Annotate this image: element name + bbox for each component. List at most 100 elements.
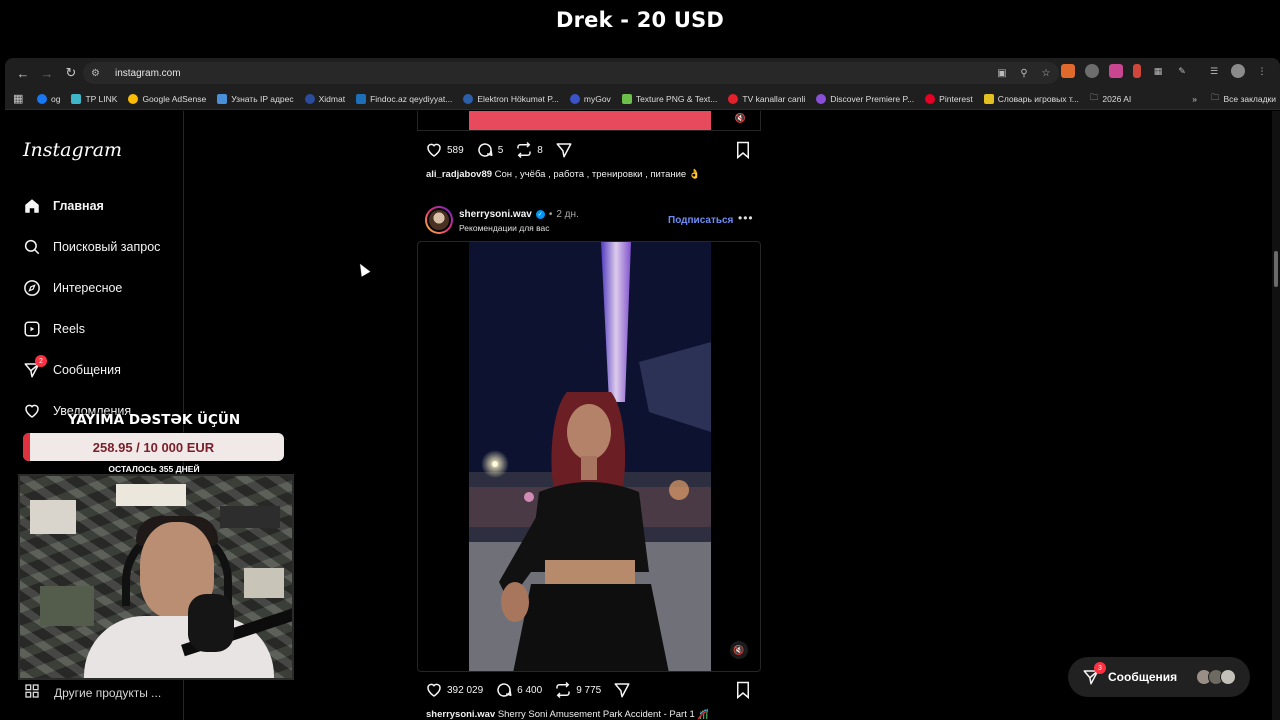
bookmark-icon bbox=[737, 681, 749, 700]
extension-icon[interactable] bbox=[1109, 64, 1123, 78]
post-subtitle: Рекомендации для вас bbox=[459, 223, 550, 233]
post-actions: 392 029 6 400 9 775 bbox=[425, 681, 643, 699]
mute-icon[interactable]: 🔇 bbox=[735, 113, 746, 124]
extensions-area: ▦ ✎ ☰ ⋮ bbox=[1061, 64, 1269, 78]
bookmark-item[interactable]: TV kanallar canli bbox=[728, 93, 805, 104]
comment-button[interactable]: 6 400 bbox=[495, 681, 542, 699]
repost-button[interactable]: 9 775 bbox=[554, 681, 601, 699]
sidebar-item-messages[interactable]: 2 Сообщения bbox=[23, 355, 121, 379]
install-app-icon[interactable]: ▣ bbox=[995, 65, 1009, 81]
share-button[interactable] bbox=[613, 681, 631, 699]
bookmark-item[interactable]: Google AdSense bbox=[128, 93, 206, 104]
extension-icon[interactable] bbox=[1085, 64, 1099, 78]
menu-kebab-icon[interactable]: ⋮ bbox=[1255, 64, 1269, 78]
share-button[interactable] bbox=[555, 141, 573, 159]
bookmark-item[interactable]: Словарь игровых т... bbox=[983, 93, 1079, 104]
likes-count: 392 029 bbox=[447, 684, 484, 696]
bookmark-item[interactable]: Findoc.az qeydiyyat... bbox=[356, 93, 452, 104]
post-video[interactable]: 🔇 bbox=[417, 241, 761, 672]
messages-button[interactable]: 3 Сообщения bbox=[1068, 657, 1250, 697]
tab-search-icon[interactable]: ☰ bbox=[1207, 64, 1221, 78]
sidebar-item-home[interactable]: Главная bbox=[23, 197, 104, 215]
extension-icon[interactable]: ▦ bbox=[1151, 64, 1165, 78]
bookmark-item[interactable]: Узнать IP адрес bbox=[217, 93, 294, 104]
sidebar-item-search[interactable]: Поисковый запрос bbox=[23, 238, 160, 256]
reposts-count: 9 775 bbox=[576, 684, 602, 696]
bookmarks-bar: ▦ og TP LINK Google AdSense Узнать IP ад… bbox=[5, 88, 1280, 110]
sticker bbox=[220, 506, 280, 528]
save-button[interactable] bbox=[735, 141, 751, 164]
repost-button[interactable]: 8 bbox=[515, 141, 543, 159]
notification-badge: 3 bbox=[1094, 662, 1106, 674]
folder-icon: 🗀 bbox=[1210, 92, 1220, 102]
verified-badge-icon: ✓ bbox=[535, 210, 545, 219]
streamer-webcam bbox=[18, 474, 294, 680]
forward-arrow-icon[interactable]: → bbox=[35, 61, 59, 85]
bookmark-item[interactable]: Pinterest bbox=[925, 93, 973, 104]
messages-label: Сообщения bbox=[1108, 670, 1178, 684]
more-options-icon[interactable]: ••• bbox=[738, 211, 754, 225]
bookmark-item[interactable]: og bbox=[37, 93, 60, 104]
repost-icon bbox=[517, 141, 531, 159]
notification-badge: 2 bbox=[35, 355, 47, 367]
repost-icon bbox=[556, 681, 570, 699]
chevron-right-icon[interactable]: » bbox=[1192, 94, 1197, 104]
send-icon bbox=[614, 683, 630, 698]
star-bookmark-icon[interactable]: ☆ bbox=[1039, 65, 1053, 81]
send-icon bbox=[556, 143, 572, 158]
instagram-logo[interactable]: Instagram bbox=[23, 139, 122, 161]
grid-icon bbox=[24, 683, 40, 702]
site-info-icon[interactable]: ⚙ bbox=[91, 68, 109, 79]
bookmark-folder[interactable]: 🗀 2026 AI bbox=[1090, 92, 1131, 106]
like-button[interactable]: 392 029 bbox=[425, 681, 483, 699]
bookmark-item[interactable]: Xidmat bbox=[304, 93, 345, 104]
mute-icon[interactable]: 🔇 bbox=[730, 641, 748, 659]
extension-icon[interactable] bbox=[1133, 64, 1141, 78]
stream-frame: Drek - 20 USD ← → ↻ ⚙ instagram.com ▣ ⚲ … bbox=[0, 0, 1280, 720]
caption-username[interactable]: ali_radjabov89 bbox=[426, 169, 492, 180]
profile-avatar[interactable] bbox=[1231, 64, 1245, 78]
bookmark-item[interactable]: Texture PNG & Text... bbox=[621, 93, 717, 104]
sidebar-item-reels[interactable]: Reels bbox=[23, 320, 85, 338]
url-text[interactable]: instagram.com bbox=[115, 68, 181, 79]
reposts-count: 8 bbox=[537, 144, 543, 156]
avatar[interactable] bbox=[425, 206, 453, 234]
home-icon bbox=[23, 197, 41, 215]
bookmark-item[interactable]: Discover Premiere P... bbox=[816, 93, 914, 104]
puzzle-extensions-icon[interactable]: ✎ bbox=[1175, 64, 1189, 78]
sticker bbox=[30, 500, 76, 534]
browser-toolbar: ← → ↻ ⚙ instagram.com ▣ ⚲ ☆ ▦ ✎ ☰ ⋮ bbox=[5, 58, 1280, 88]
caption-username[interactable]: sherrysoni.wav bbox=[426, 709, 495, 720]
save-button[interactable] bbox=[735, 681, 751, 704]
prev-post-caption: ali_radjabov89 Сон , учёба , работа , тр… bbox=[426, 169, 701, 180]
sidebar-item-explore[interactable]: Интересное bbox=[23, 279, 122, 297]
follow-button[interactable]: Подписаться bbox=[668, 215, 733, 226]
messenger-icon: 3 bbox=[1082, 662, 1106, 686]
heart-icon bbox=[427, 143, 441, 157]
avatar bbox=[1220, 669, 1236, 685]
previous-post-media[interactable]: 🔇 bbox=[417, 111, 761, 131]
reload-icon[interactable]: ↻ bbox=[59, 61, 83, 85]
apps-grid-icon[interactable]: ▦ bbox=[13, 92, 27, 105]
bookmark-item[interactable]: TP LINK bbox=[71, 93, 117, 104]
compass-icon bbox=[23, 279, 41, 297]
zoom-icon[interactable]: ⚲ bbox=[1017, 65, 1031, 81]
sticker bbox=[244, 568, 284, 598]
microphone bbox=[188, 594, 234, 652]
bookmark-item[interactable]: Elektron Hökumət P... bbox=[463, 93, 559, 104]
back-arrow-icon[interactable]: ← bbox=[11, 61, 35, 85]
comments-count: 5 bbox=[497, 144, 504, 156]
bookmark-icon bbox=[737, 141, 749, 160]
all-bookmarks[interactable]: 🗀 Все закладки bbox=[1211, 92, 1276, 106]
messenger-icon: 2 bbox=[23, 355, 47, 379]
comment-button[interactable]: 5 bbox=[476, 141, 504, 159]
address-bar[interactable]: ⚙ instagram.com ▣ ⚲ ☆ bbox=[83, 62, 1059, 84]
extension-icon[interactable] bbox=[1061, 64, 1075, 78]
page-scrollbar[interactable] bbox=[1272, 111, 1280, 720]
like-button[interactable]: 589 bbox=[425, 141, 464, 159]
post-caption: sherrysoni.wav Sherry Soni Amusement Par… bbox=[426, 709, 710, 720]
sidebar-item-other-products[interactable]: Другие продукты ... bbox=[24, 683, 161, 702]
post-time: 2 дн. bbox=[556, 209, 579, 220]
bookmark-item[interactable]: myGov bbox=[569, 93, 611, 104]
post-username[interactable]: sherrysoni.wav ✓ • 2 дн. bbox=[459, 209, 579, 220]
